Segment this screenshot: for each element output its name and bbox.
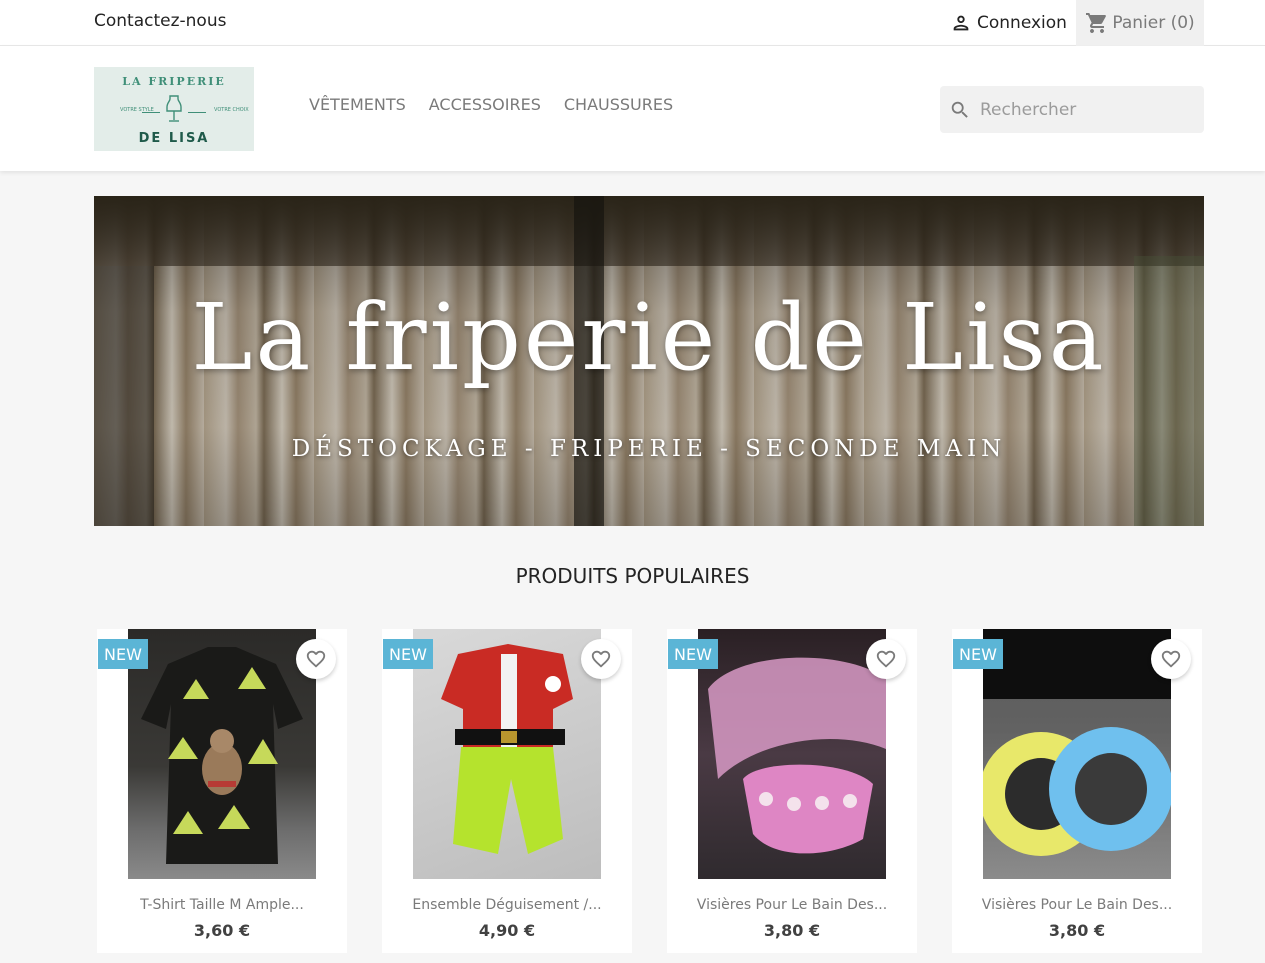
- heart-icon: [876, 650, 896, 668]
- menu-item-accessoires[interactable]: ACCESSOIRES: [429, 95, 541, 114]
- search-input[interactable]: [980, 99, 1190, 120]
- contact-link[interactable]: Contactez-nous: [94, 11, 226, 31]
- cart-button[interactable]: Panier (0): [1076, 0, 1204, 46]
- site-header: LA FRIPERIE VOTRE STYLE VOTRE CHOIX DE L…: [0, 46, 1265, 171]
- section-title: PRODUITS POPULAIRES: [515, 564, 750, 588]
- logo-right-small-text: VOTRE CHOIX: [214, 107, 249, 113]
- search-icon[interactable]: [949, 99, 971, 121]
- search-box: [940, 86, 1204, 133]
- product-image[interactable]: [983, 629, 1171, 879]
- product-list: NEW T-Shirt Taille M Ample... 3,60 € NEW…: [97, 629, 1207, 959]
- new-badge: NEW: [383, 639, 433, 669]
- logo-divider-left: [142, 112, 160, 113]
- product-image[interactable]: [698, 629, 886, 879]
- login-label: Connexion: [977, 13, 1067, 33]
- product-card[interactable]: NEW Visières Pour Le Bain Des... 3,80 €: [952, 629, 1202, 953]
- heart-icon: [1161, 650, 1181, 668]
- product-name[interactable]: Ensemble Déguisement /...: [382, 897, 632, 913]
- person-icon: [953, 15, 969, 31]
- cart-label: Panier (0): [1112, 13, 1195, 33]
- logo-divider-right: [188, 112, 206, 113]
- store-logo[interactable]: LA FRIPERIE VOTRE STYLE VOTRE CHOIX DE L…: [94, 67, 254, 151]
- product-card[interactable]: NEW Visières Pour Le Bain Des... 3,80 €: [667, 629, 917, 953]
- product-name[interactable]: T-Shirt Taille M Ample...: [97, 897, 347, 913]
- new-badge: NEW: [953, 639, 1003, 669]
- product-price: 3,60 €: [193, 921, 251, 940]
- login-link[interactable]: Connexion: [950, 10, 1067, 36]
- product-price: 3,80 €: [763, 921, 821, 940]
- wishlist-button[interactable]: [1151, 639, 1191, 679]
- logo-top-text: LA FRIPERIE: [122, 75, 226, 88]
- banner-title: La friperie de Lisa: [191, 284, 1107, 391]
- product-card[interactable]: NEW Ensemble Déguisement /... 4,90 €: [382, 629, 632, 953]
- product-price: 4,90 €: [478, 921, 536, 940]
- product-image[interactable]: [128, 629, 316, 879]
- heart-icon: [306, 650, 326, 668]
- new-badge: NEW: [98, 639, 148, 669]
- product-card[interactable]: NEW T-Shirt Taille M Ample... 3,60 €: [97, 629, 347, 953]
- wishlist-button[interactable]: [581, 639, 621, 679]
- logo-bottom-text: DE LISA: [138, 131, 210, 146]
- main-menu: VÊTEMENTS ACCESSOIRES CHAUSSURES: [309, 95, 673, 114]
- top-bar: Contactez-nous Connexion Panier (0): [0, 0, 1265, 46]
- new-badge: NEW: [668, 639, 718, 669]
- cart-icon: [1086, 13, 1107, 33]
- hero-banner[interactable]: La friperie de Lisa DÉSTOCKAGE - FRIPERI…: [94, 196, 1204, 526]
- product-name[interactable]: Visières Pour Le Bain Des...: [952, 897, 1202, 913]
- menu-item-vetements[interactable]: VÊTEMENTS: [309, 95, 406, 114]
- product-name[interactable]: Visières Pour Le Bain Des...: [667, 897, 917, 913]
- banner-clothes-rail: [94, 196, 1204, 266]
- wishlist-button[interactable]: [296, 639, 336, 679]
- menu-item-chaussures[interactable]: CHAUSSURES: [564, 95, 673, 114]
- heart-icon: [591, 650, 611, 668]
- product-image[interactable]: [413, 629, 601, 879]
- banner-subtitle: DÉSTOCKAGE - FRIPERIE - SECONDE MAIN: [291, 436, 1007, 462]
- dress-form-icon: [166, 95, 182, 122]
- wishlist-button[interactable]: [866, 639, 906, 679]
- product-price: 3,80 €: [1048, 921, 1106, 940]
